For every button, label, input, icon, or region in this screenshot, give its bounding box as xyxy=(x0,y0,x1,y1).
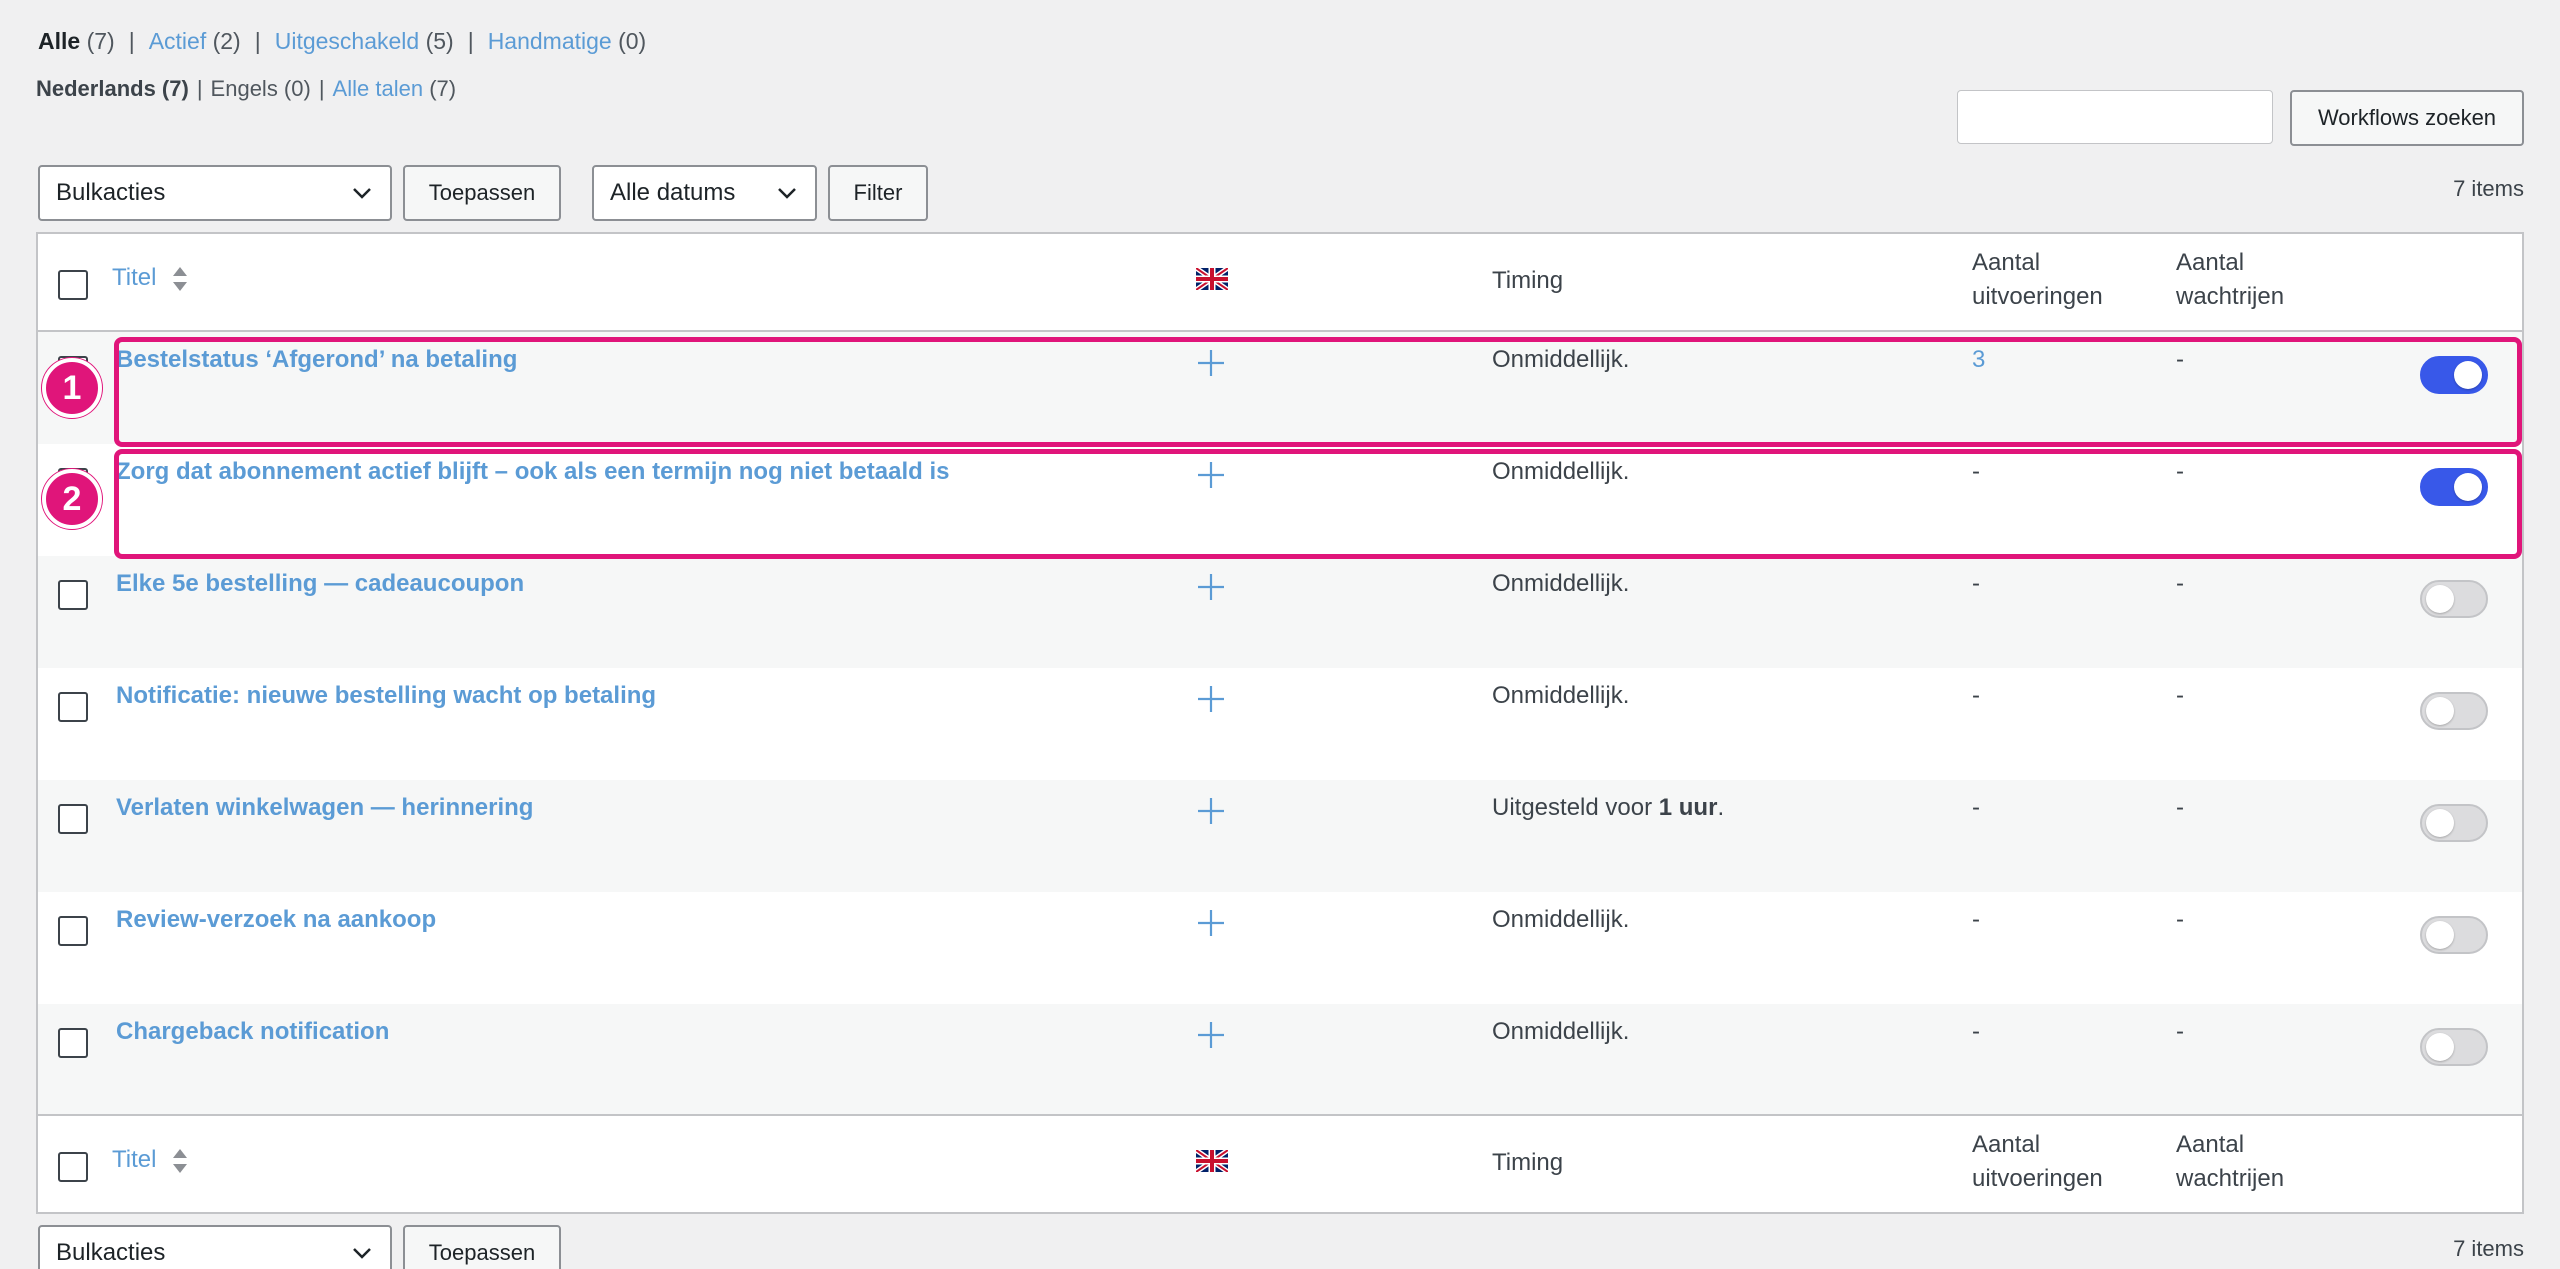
runs-cell: - xyxy=(1972,906,1980,933)
filter-button[interactable]: Filter xyxy=(828,165,928,221)
chevron-down-icon xyxy=(353,1248,371,1259)
active-toggle[interactable] xyxy=(2420,916,2488,954)
queue-column-header: Aantal wachtrijen xyxy=(2176,249,2285,310)
sort-icon xyxy=(173,1148,188,1173)
runs-column-footer: Aantal uitvoeringen xyxy=(1972,1131,2103,1192)
timing-column-footer: Timing xyxy=(1492,1149,1564,1176)
toggle-knob xyxy=(2426,697,2454,725)
queue-cell: - xyxy=(2176,906,2184,933)
table-row: Review-verzoek na aankoop Onmiddellijk. … xyxy=(38,892,2522,1004)
bulk-actions-value: Bulkacties xyxy=(56,1239,166,1266)
table-row: Chargeback notification Onmiddellijk. - … xyxy=(38,1004,2522,1116)
lang-all[interactable]: Alle talen (7) xyxy=(333,76,457,102)
timing-cell: Onmiddellijk. xyxy=(1492,1018,1630,1045)
title-column-footer[interactable]: Titel xyxy=(112,1146,189,1175)
lang-english[interactable]: Engels (0) xyxy=(211,76,311,102)
highlight-box-2 xyxy=(114,449,2522,559)
row-checkbox[interactable] xyxy=(58,804,88,834)
separator: | xyxy=(128,28,135,54)
add-translation-icon[interactable] xyxy=(1196,684,1226,714)
row-checkbox[interactable] xyxy=(58,692,88,722)
active-toggle[interactable] xyxy=(2420,580,2488,618)
queue-cell: - xyxy=(2176,570,2184,597)
items-count: 7 items xyxy=(2453,176,2524,201)
filter-all[interactable]: Alle (7) xyxy=(38,28,115,55)
items-count-bottom: 7 items xyxy=(2453,1236,2524,1261)
runs-cell: - xyxy=(1972,570,1980,597)
toggle-knob xyxy=(2426,921,2454,949)
table-row: Verlaten winkelwagen — herinnering Uitge… xyxy=(38,780,2522,892)
dates-select[interactable]: Alle datums xyxy=(592,165,817,221)
chevron-down-icon xyxy=(353,188,371,199)
workflow-title-link[interactable]: Verlaten winkelwagen — herinnering xyxy=(116,794,533,822)
select-all-checkbox-footer[interactable] xyxy=(58,1152,88,1182)
apply-button-bottom[interactable]: Toepassen xyxy=(403,1225,561,1269)
workflow-title-link[interactable]: Review-verzoek na aankoop xyxy=(116,906,436,934)
runs-cell: - xyxy=(1972,1018,1980,1045)
annotation-badge-2: 2 xyxy=(42,469,102,529)
timing-cell: Onmiddellijk. xyxy=(1492,906,1630,933)
lang-dutch[interactable]: Nederlands (7) xyxy=(36,76,189,102)
separator: | xyxy=(254,28,261,54)
timing-column-header: Timing xyxy=(1492,267,1564,294)
table-header: Titel Timing Aantal uitvoeringen Aantal wa… xyxy=(38,234,2522,332)
add-translation-icon[interactable] xyxy=(1196,572,1226,602)
highlight-box-1 xyxy=(114,337,2522,447)
toggle-knob xyxy=(2426,1033,2454,1061)
title-column-header[interactable]: Titel xyxy=(112,264,189,293)
active-toggle[interactable] xyxy=(2420,1028,2488,1066)
chevron-down-icon xyxy=(778,188,796,199)
language-filter-links: Nederlands (7) | Engels (0) | Alle talen… xyxy=(36,76,457,102)
filter-active[interactable]: Actief (2) xyxy=(149,28,241,55)
row-checkbox[interactable] xyxy=(58,1028,88,1058)
toggle-knob xyxy=(2426,809,2454,837)
status-filter-links: Alle (7) | Actief (2) | Uitgeschakeld (5… xyxy=(38,28,646,55)
search-input[interactable] xyxy=(1957,90,2273,144)
toggle-knob xyxy=(2426,585,2454,613)
sort-icon xyxy=(173,266,188,291)
add-translation-icon[interactable] xyxy=(1196,908,1226,938)
separator: | xyxy=(467,28,474,54)
add-translation-icon[interactable] xyxy=(1196,1020,1226,1050)
dates-value: Alle datums xyxy=(610,179,736,206)
bulk-actions-select[interactable]: Bulkacties xyxy=(38,165,392,221)
runs-cell: - xyxy=(1972,682,1980,709)
queue-cell: - xyxy=(2176,794,2184,821)
apply-button[interactable]: Toepassen xyxy=(403,165,561,221)
workflow-title-link[interactable]: Chargeback notification xyxy=(116,1018,389,1046)
annotation-badge-1: 1 xyxy=(42,358,102,418)
table-footer: Titel Timing Aantal uitvoeringen Aantal wa… xyxy=(38,1114,2522,1212)
queue-cell: - xyxy=(2176,1018,2184,1045)
queue-column-footer: Aantal wachtrijen xyxy=(2176,1131,2285,1192)
table-row: Notificatie: nieuwe bestelling wacht op … xyxy=(38,668,2522,780)
workflow-title-link[interactable]: Notificatie: nieuwe bestelling wacht op … xyxy=(116,682,656,710)
add-translation-icon[interactable] xyxy=(1196,796,1226,826)
active-toggle[interactable] xyxy=(2420,804,2488,842)
queue-cell: - xyxy=(2176,682,2184,709)
bulk-actions-value: Bulkacties xyxy=(56,179,166,206)
workflow-title-link[interactable]: Elke 5e bestelling — cadeaucoupon xyxy=(116,570,524,598)
timing-cell: Onmiddellijk. xyxy=(1492,682,1630,709)
uk-flag-icon xyxy=(1196,268,1228,290)
uk-flag-icon xyxy=(1196,1150,1228,1172)
filter-disabled[interactable]: Uitgeschakeld (5) xyxy=(275,28,454,55)
select-all-checkbox[interactable] xyxy=(58,270,88,300)
timing-cell: Uitgesteld voor 1 uur. xyxy=(1492,794,1725,821)
row-checkbox[interactable] xyxy=(58,580,88,610)
active-toggle[interactable] xyxy=(2420,692,2488,730)
table-row: Elke 5e bestelling — cadeaucoupon Onmidd… xyxy=(38,556,2522,668)
search-workflows-button[interactable]: Workflows zoeken xyxy=(2290,90,2524,146)
runs-cell: - xyxy=(1972,794,1980,821)
bulk-actions-select-bottom[interactable]: Bulkacties xyxy=(38,1225,392,1269)
timing-cell: Onmiddellijk. xyxy=(1492,570,1630,597)
filter-manual[interactable]: Handmatige (0) xyxy=(488,28,647,55)
runs-column-header: Aantal uitvoeringen xyxy=(1972,249,2103,310)
row-checkbox[interactable] xyxy=(58,916,88,946)
